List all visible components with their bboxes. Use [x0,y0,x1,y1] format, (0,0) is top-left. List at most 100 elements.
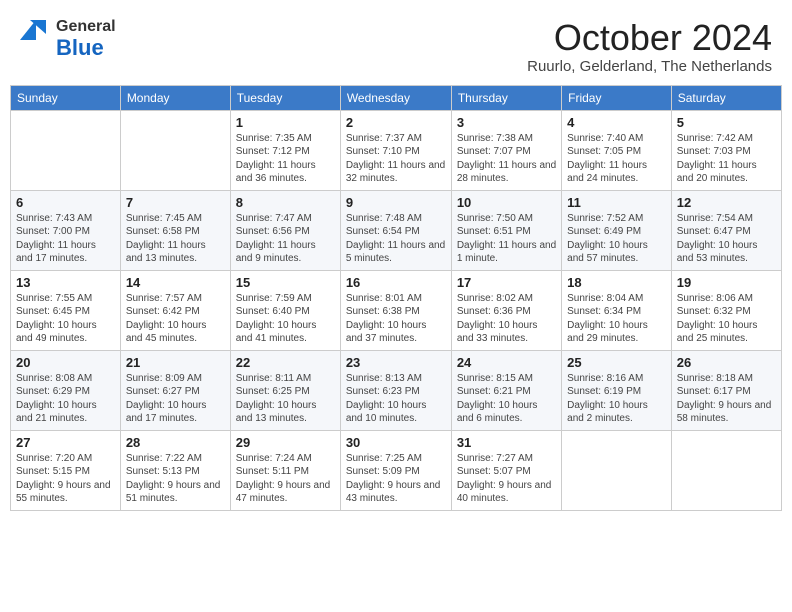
weekday-header-cell: Tuesday [230,85,340,110]
day-number: 30 [346,435,446,450]
calendar-cell: 6 Sunrise: 7:43 AMSunset: 7:00 PMDaylight… [11,190,121,270]
day-info: Sunrise: 7:40 AMSunset: 7:05 PMDaylight:… [567,132,666,186]
title-block: October 2024 Ruurlo, Gelderland, The Net… [527,18,772,75]
day-number: 18 [567,275,666,290]
calendar-cell: 11Sunrise: 7:52 AMSunset: 6:49 PMDayligh… [562,190,672,270]
day-info: Sunrise: 7:24 AMSunset: 5:11 PMDaylight:… [236,452,335,506]
calendar-cell: 10 Sunrise: 7:50 AMSunset: 6:51 PMDayligh… [451,190,561,270]
day-info: Sunrise: 7:45 AMSunset: 6:58 PMDaylight:… [126,212,225,266]
calendar-body: 1 Sunrise: 7:35 AMSunset: 7:12 PMDaylight… [11,110,782,510]
calendar-cell: 2 Sunrise: 7:37 AMSunset: 7:10 PMDaylight… [340,110,451,190]
day-info: Sunrise: 8:02 AMSunset: 6:36 PMDaylight:… [457,292,556,346]
weekday-header-cell: Sunday [11,85,121,110]
calendar-cell: 9 Sunrise: 7:48 AMSunset: 6:54 PMDaylight… [340,190,451,270]
logo-blue-text: Blue [56,36,116,60]
calendar-cell: 7 Sunrise: 7:45 AMSunset: 6:58 PMDaylight… [120,190,230,270]
day-number: 2 [346,115,446,130]
day-number: 21 [126,355,225,370]
day-number: 10 [457,195,556,210]
day-info: Sunrise: 7:48 AMSunset: 6:54 PMDaylight:… [346,212,446,266]
day-number: 1 [236,115,335,130]
calendar-cell: 13Sunrise: 7:55 AMSunset: 6:45 PMDayligh… [11,270,121,350]
calendar-cell: 29Sunrise: 7:24 AMSunset: 5:11 PMDayligh… [230,430,340,510]
day-number: 27 [16,435,115,450]
day-number: 13 [16,275,115,290]
day-number: 3 [457,115,556,130]
weekday-header-cell: Monday [120,85,230,110]
day-info: Sunrise: 7:57 AMSunset: 6:42 PMDaylight:… [126,292,225,346]
calendar-cell: 1 Sunrise: 7:35 AMSunset: 7:12 PMDaylight… [230,110,340,190]
month-title: October 2024 [527,18,772,58]
weekday-header-cell: Friday [562,85,672,110]
calendar-cell: 26 Sunrise: 8:18 AMSunset: 6:17 PMDayligh… [671,350,781,430]
day-info: Sunrise: 7:42 AMSunset: 7:03 PMDaylight:… [677,132,776,186]
day-info: Sunrise: 7:27 AMSunset: 5:07 PMDaylight:… [457,452,556,506]
calendar-cell: 25Sunrise: 8:16 AMSunset: 6:19 PMDayligh… [562,350,672,430]
day-number: 8 [236,195,335,210]
day-number: 25 [567,355,666,370]
location: Ruurlo, Gelderland, The Netherlands [527,58,772,75]
logo: General General Blue [20,18,116,60]
calendar-cell: 19Sunrise: 8:06 AMSunset: 6:32 PMDayligh… [671,270,781,350]
weekday-header-cell: Saturday [671,85,781,110]
day-info: Sunrise: 7:22 AMSunset: 5:13 PMDaylight:… [126,452,225,506]
day-info: Sunrise: 8:15 AMSunset: 6:21 PMDaylight:… [457,372,556,426]
day-info: Sunrise: 8:04 AMSunset: 6:34 PMDaylight:… [567,292,666,346]
day-info: Sunrise: 7:50 AMSunset: 6:51 PMDaylight:… [457,212,556,266]
day-info: Sunrise: 7:37 AMSunset: 7:10 PMDaylight:… [346,132,446,186]
calendar-cell: 22 Sunrise: 8:11 AMSunset: 6:25 PMDayligh… [230,350,340,430]
day-info: Sunrise: 8:01 AMSunset: 6:38 PMDaylight:… [346,292,446,346]
calendar-week-row: 1 Sunrise: 7:35 AMSunset: 7:12 PMDaylight… [11,110,782,190]
calendar-cell: 12Sunrise: 7:54 AMSunset: 6:47 PMDayligh… [671,190,781,270]
day-number: 14 [126,275,225,290]
day-number: 5 [677,115,776,130]
day-info: Sunrise: 8:18 AMSunset: 6:17 PMDaylight:… [677,372,776,426]
day-number: 23 [346,355,446,370]
day-info: Sunrise: 8:09 AMSunset: 6:27 PMDaylight:… [126,372,225,426]
calendar-cell: 28 Sunrise: 7:22 AMSunset: 5:13 PMDayligh… [120,430,230,510]
day-number: 24 [457,355,556,370]
day-info: Sunrise: 7:35 AMSunset: 7:12 PMDaylight:… [236,132,335,186]
calendar-cell: 3 Sunrise: 7:38 AMSunset: 7:07 PMDaylight… [451,110,561,190]
calendar-week-row: 6 Sunrise: 7:43 AMSunset: 7:00 PMDaylight… [11,190,782,270]
day-number: 28 [126,435,225,450]
calendar-cell: 15 Sunrise: 7:59 AMSunset: 6:40 PMDayligh… [230,270,340,350]
calendar-cell: 18 Sunrise: 8:04 AMSunset: 6:34 PMDayligh… [562,270,672,350]
calendar-cell: 24 Sunrise: 8:15 AMSunset: 6:21 PMDayligh… [451,350,561,430]
day-number: 15 [236,275,335,290]
day-info: Sunrise: 7:38 AMSunset: 7:07 PMDaylight:… [457,132,556,186]
calendar-cell: 16Sunrise: 8:01 AMSunset: 6:38 PMDayligh… [340,270,451,350]
day-number: 22 [236,355,335,370]
calendar-cell [562,430,672,510]
calendar-cell: 31Sunrise: 7:27 AMSunset: 5:07 PMDayligh… [451,430,561,510]
day-number: 20 [16,355,115,370]
day-number: 7 [126,195,225,210]
calendar-cell [120,110,230,190]
day-info: Sunrise: 8:11 AMSunset: 6:25 PMDaylight:… [236,372,335,426]
day-number: 6 [16,195,115,210]
day-number: 4 [567,115,666,130]
day-number: 26 [677,355,776,370]
calendar-cell: 23Sunrise: 8:13 AMSunset: 6:23 PMDayligh… [340,350,451,430]
calendar-cell [671,430,781,510]
calendar-week-row: 27Sunrise: 7:20 AMSunset: 5:15 PMDayligh… [11,430,782,510]
day-number: 9 [346,195,446,210]
day-number: 17 [457,275,556,290]
day-info: Sunrise: 7:47 AMSunset: 6:56 PMDaylight:… [236,212,335,266]
day-info: Sunrise: 7:43 AMSunset: 7:00 PMDaylight:… [16,212,115,266]
day-number: 19 [677,275,776,290]
weekday-header-cell: Wednesday [340,85,451,110]
day-info: Sunrise: 7:25 AMSunset: 5:09 PMDaylight:… [346,452,446,506]
weekday-header-cell: Thursday [451,85,561,110]
weekday-header-row: SundayMondayTuesdayWednesdayThursdayFrid… [11,85,782,110]
day-info: Sunrise: 7:59 AMSunset: 6:40 PMDaylight:… [236,292,335,346]
calendar-cell: 20 Sunrise: 8:08 AMSunset: 6:29 PMDayligh… [11,350,121,430]
day-info: Sunrise: 7:54 AMSunset: 6:47 PMDaylight:… [677,212,776,266]
calendar-cell: 27Sunrise: 7:20 AMSunset: 5:15 PMDayligh… [11,430,121,510]
calendar-cell: 4 Sunrise: 7:40 AMSunset: 7:05 PMDaylight… [562,110,672,190]
calendar-week-row: 13Sunrise: 7:55 AMSunset: 6:45 PMDayligh… [11,270,782,350]
day-info: Sunrise: 8:08 AMSunset: 6:29 PMDaylight:… [16,372,115,426]
calendar-cell: 5 Sunrise: 7:42 AMSunset: 7:03 PMDaylight… [671,110,781,190]
calendar-table: SundayMondayTuesdayWednesdayThursdayFrid… [10,85,782,511]
calendar-week-row: 20 Sunrise: 8:08 AMSunset: 6:29 PMDayligh… [11,350,782,430]
